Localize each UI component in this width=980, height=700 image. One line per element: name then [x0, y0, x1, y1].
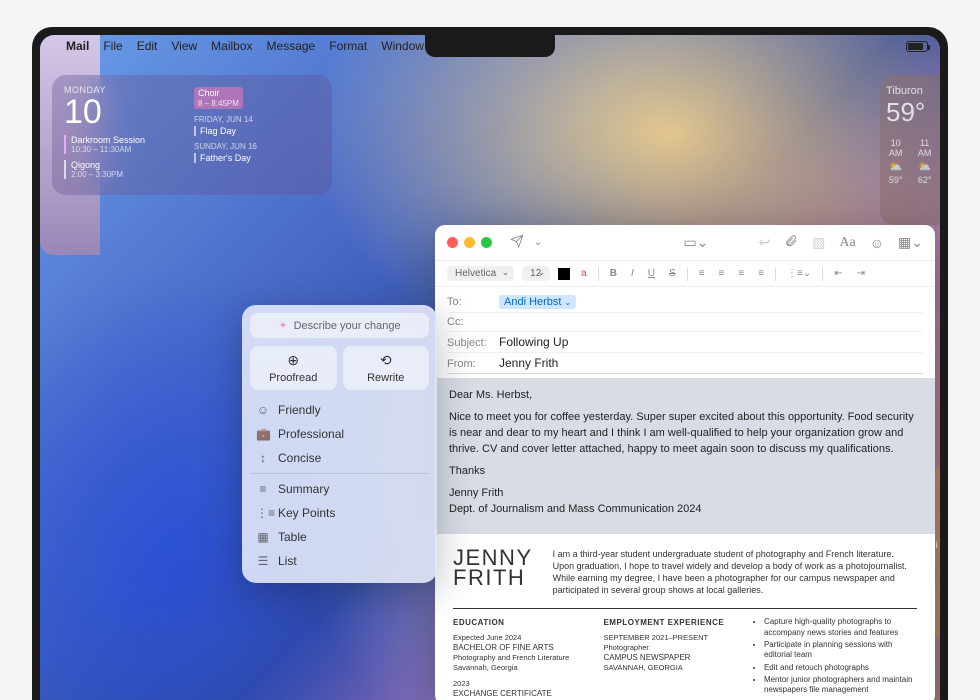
menu-window[interactable]: Window: [381, 39, 424, 53]
resume-attachment: JENNY FRITH I am a third-year student un…: [435, 534, 935, 700]
list-button[interactable]: ⋮≡⌄: [784, 268, 814, 279]
align-justify-icon[interactable]: ≡: [755, 268, 767, 279]
app-menu[interactable]: Mail: [66, 39, 89, 53]
recipient-token[interactable]: Andi Herbst: [499, 295, 576, 309]
menu-format[interactable]: Format: [329, 39, 367, 53]
message-body[interactable]: Dear Ms. Herbst, Nice to meet you for co…: [435, 378, 935, 700]
writing-tools-popup: ✦ Describe your change ⊕ Proofread ⟲ Rew…: [242, 305, 437, 583]
resume-edu-entry: 2023 EXCHANGE CERTIFICATE: [453, 679, 583, 699]
tone-friendly[interactable]: ☺Friendly: [250, 398, 429, 422]
proofread-button[interactable]: ⊕ Proofread: [250, 346, 337, 390]
sparkle-icon: ✦: [278, 319, 287, 332]
send-icon[interactable]: [510, 234, 524, 251]
resume-name: JENNY FRITH: [453, 548, 533, 597]
transform-list[interactable]: ☰List: [250, 549, 429, 573]
photo-icon[interactable]: ▧: [812, 234, 825, 251]
transform-keypoints[interactable]: ⋮≡Key Points: [250, 501, 429, 525]
photos-widget[interactable]: [40, 35, 100, 255]
rewrite-icon: ⟲: [380, 352, 392, 369]
describe-change-input[interactable]: ✦ Describe your change: [250, 313, 429, 338]
photo-browser-icon[interactable]: ▦⌄: [898, 234, 923, 251]
from-row[interactable]: From: Jenny Frith: [447, 353, 923, 374]
zoom-button[interactable]: [481, 237, 492, 248]
magnify-icon: ⊕: [287, 352, 299, 369]
smile-icon: ☺: [256, 403, 270, 417]
menu-edit[interactable]: Edit: [137, 39, 158, 53]
display-notch: [425, 35, 555, 57]
desktop: Mail File Edit View Mailbox Message Form…: [40, 35, 940, 700]
arrows-in-icon: ↕: [256, 451, 270, 465]
battery-icon[interactable]: [906, 41, 928, 52]
header-fields-icon[interactable]: ▭⌄: [683, 234, 708, 251]
rewrite-button[interactable]: ⟲ Rewrite: [343, 346, 430, 390]
menu-file[interactable]: File: [103, 39, 122, 53]
resume-intro: I am a third-year student undergraduate …: [553, 548, 917, 597]
compose-window: ⌄ ▭⌄ ↩ ▧ Aa ☺ ▦⌄ Helvetica 12 a: [435, 225, 935, 700]
selected-text[interactable]: Dear Ms. Herbst, Nice to meet you for co…: [435, 378, 935, 534]
strike-button[interactable]: S: [666, 268, 679, 279]
laptop-frame: Mail File Edit View Mailbox Message Form…: [32, 27, 948, 700]
format-bar: Helvetica 12 a B I U S ≡ ≡ ≡ ≡ ⋮≡⌄ ⇤ ⇥: [435, 261, 935, 287]
cc-row[interactable]: Cc:: [447, 313, 923, 332]
align-left-icon[interactable]: ≡: [696, 268, 708, 279]
menu-mailbox[interactable]: Mailbox: [211, 39, 252, 53]
close-button[interactable]: [447, 237, 458, 248]
subject-row[interactable]: Subject: Following Up: [447, 332, 923, 353]
italic-button[interactable]: I: [628, 268, 637, 279]
text-color-picker[interactable]: a: [578, 268, 590, 279]
align-center-icon[interactable]: ≡: [715, 268, 727, 279]
indent-less-icon[interactable]: ⇤: [831, 268, 845, 279]
tone-professional[interactable]: 💼Professional: [250, 422, 429, 446]
emoji-icon[interactable]: ☺: [870, 235, 884, 251]
table-icon: ▦: [256, 530, 270, 544]
align-right-icon[interactable]: ≡: [735, 268, 747, 279]
font-select[interactable]: Helvetica: [447, 266, 514, 281]
window-controls: [447, 237, 492, 248]
briefcase-icon: 💼: [256, 427, 270, 441]
minimize-button[interactable]: [464, 237, 475, 248]
indent-more-icon[interactable]: ⇥: [854, 268, 868, 279]
resume-bullets: Capture high-quality photographs to acco…: [754, 617, 917, 696]
font-size-select[interactable]: 12: [522, 266, 550, 281]
resume-edu-entry: Expected June 2024 BACHELOR OF FINE ARTS…: [453, 633, 583, 673]
menu-message[interactable]: Message: [267, 39, 316, 53]
text-color-swatch[interactable]: [558, 268, 570, 280]
to-row[interactable]: To: Andi Herbst: [447, 291, 923, 313]
reply-icon[interactable]: ↩: [758, 234, 770, 251]
transform-table[interactable]: ▦Table: [250, 525, 429, 549]
subject-input[interactable]: Following Up: [499, 335, 923, 349]
format-icon[interactable]: Aa: [839, 235, 855, 251]
attachment-icon[interactable]: [784, 234, 798, 251]
bold-button[interactable]: B: [607, 268, 620, 279]
list-icon: ⋮≡: [256, 506, 270, 520]
chevron-down-icon[interactable]: ⌄: [534, 237, 542, 248]
resume-emp-entry: SEPTEMBER 2021–PRESENT Photographer CAMP…: [603, 633, 733, 673]
menu-view[interactable]: View: [171, 39, 197, 53]
compose-toolbar: ⌄ ▭⌄ ↩ ▧ Aa ☺ ▦⌄: [435, 225, 935, 261]
transform-summary[interactable]: ≡Summary: [250, 477, 429, 501]
underline-button[interactable]: U: [645, 268, 658, 279]
bullet-list-icon: ☰: [256, 554, 270, 568]
summary-icon: ≡: [256, 482, 270, 496]
tone-concise[interactable]: ↕Concise: [250, 446, 429, 470]
